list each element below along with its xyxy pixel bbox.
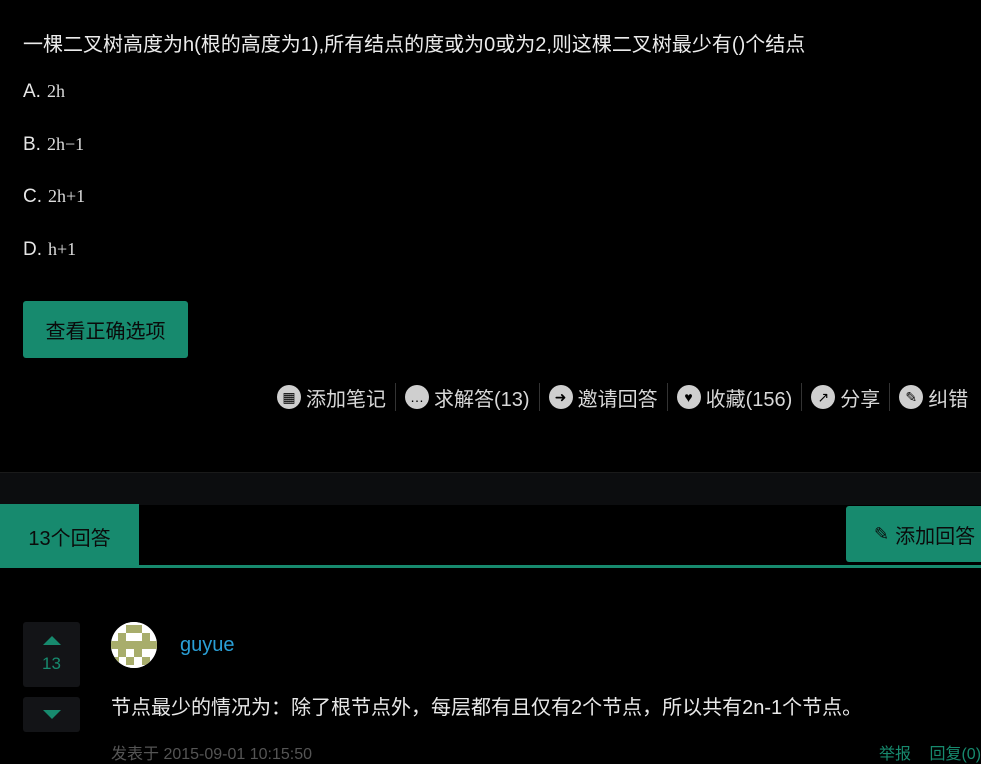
favorite-action[interactable]: ♥ 收藏(156): [668, 383, 802, 412]
action-label: 邀请回答: [577, 388, 658, 411]
answer-timestamp: 发表于 2015-09-01 10:15:50: [111, 746, 313, 763]
invite-icon: ➜: [548, 385, 573, 409]
reply-link[interactable]: 回复(0): [929, 746, 981, 763]
action-label: 分享: [840, 388, 881, 411]
username-link[interactable]: guyue: [180, 634, 235, 657]
answer-links: 举报 回复(0): [879, 740, 981, 764]
action-label: 求解答(13): [434, 388, 530, 411]
upvote-button[interactable]: 13: [23, 622, 80, 687]
option-text: 2h+1: [48, 186, 86, 206]
action-label: 收藏(156): [705, 388, 793, 411]
invite-answer-action[interactable]: ➜ 邀请回答: [540, 383, 667, 412]
option-letter: C.: [23, 186, 42, 207]
heart-icon: ♥: [676, 385, 701, 409]
add-answer-label: 添加回答: [895, 525, 976, 548]
option-letter: D.: [23, 239, 42, 260]
chat-bubble-icon: …: [405, 385, 429, 409]
option-b[interactable]: B. 2h−1: [23, 134, 84, 156]
option-letter: B.: [23, 134, 41, 155]
option-text: 2h: [46, 81, 65, 101]
vote-count: 13: [42, 653, 61, 673]
answers-header: 13个回答 ✎ 添加回答: [0, 504, 981, 568]
pencil-icon: ✎: [899, 385, 924, 409]
share-action[interactable]: ↗ 分享: [802, 383, 889, 412]
book-icon: ▦: [277, 385, 301, 409]
add-answer-button[interactable]: ✎ 添加回答: [846, 506, 981, 562]
avatar[interactable]: [111, 622, 157, 668]
report-link[interactable]: 举报: [879, 746, 911, 763]
option-a[interactable]: A. 2h: [23, 81, 65, 103]
option-text: 2h−1: [46, 134, 85, 154]
report-error-action[interactable]: ✎ 纠错: [890, 383, 977, 412]
action-label: 添加笔记: [306, 388, 386, 411]
section-divider: [0, 472, 981, 505]
option-c[interactable]: C. 2h+1: [23, 186, 85, 208]
action-label: 纠错: [928, 388, 969, 411]
downvote-button[interactable]: [23, 697, 80, 732]
question-actions-bar: ▦ 添加笔记 … 求解答(13) ➜ 邀请回答 ♥ 收藏(156) ↗ 分享 ✎…: [277, 382, 977, 412]
option-letter: A.: [23, 81, 41, 102]
answers-count-tab[interactable]: 13个回答: [0, 504, 139, 568]
arrow-down-icon: [42, 710, 61, 719]
request-answer-action[interactable]: … 求解答(13): [396, 383, 539, 412]
option-text: h+1: [48, 239, 77, 259]
view-correct-answer-button[interactable]: 查看正确选项: [23, 301, 188, 358]
share-icon: ↗: [811, 385, 836, 409]
pencil-icon: ✎: [874, 523, 890, 544]
option-d[interactable]: D. h+1: [23, 239, 76, 261]
question-text: 一棵二叉树高度为h(根的高度为1),所有结点的度或为0或为2,则这棵二叉树最少有…: [23, 34, 806, 56]
add-note-action[interactable]: ▦ 添加笔记: [277, 383, 395, 412]
answer-text: 节点最少的情况为：除了根节点外，每层都有且仅有2个节点，所以共有2n-1个节点。: [111, 697, 863, 719]
arrow-up-icon: [42, 635, 61, 645]
